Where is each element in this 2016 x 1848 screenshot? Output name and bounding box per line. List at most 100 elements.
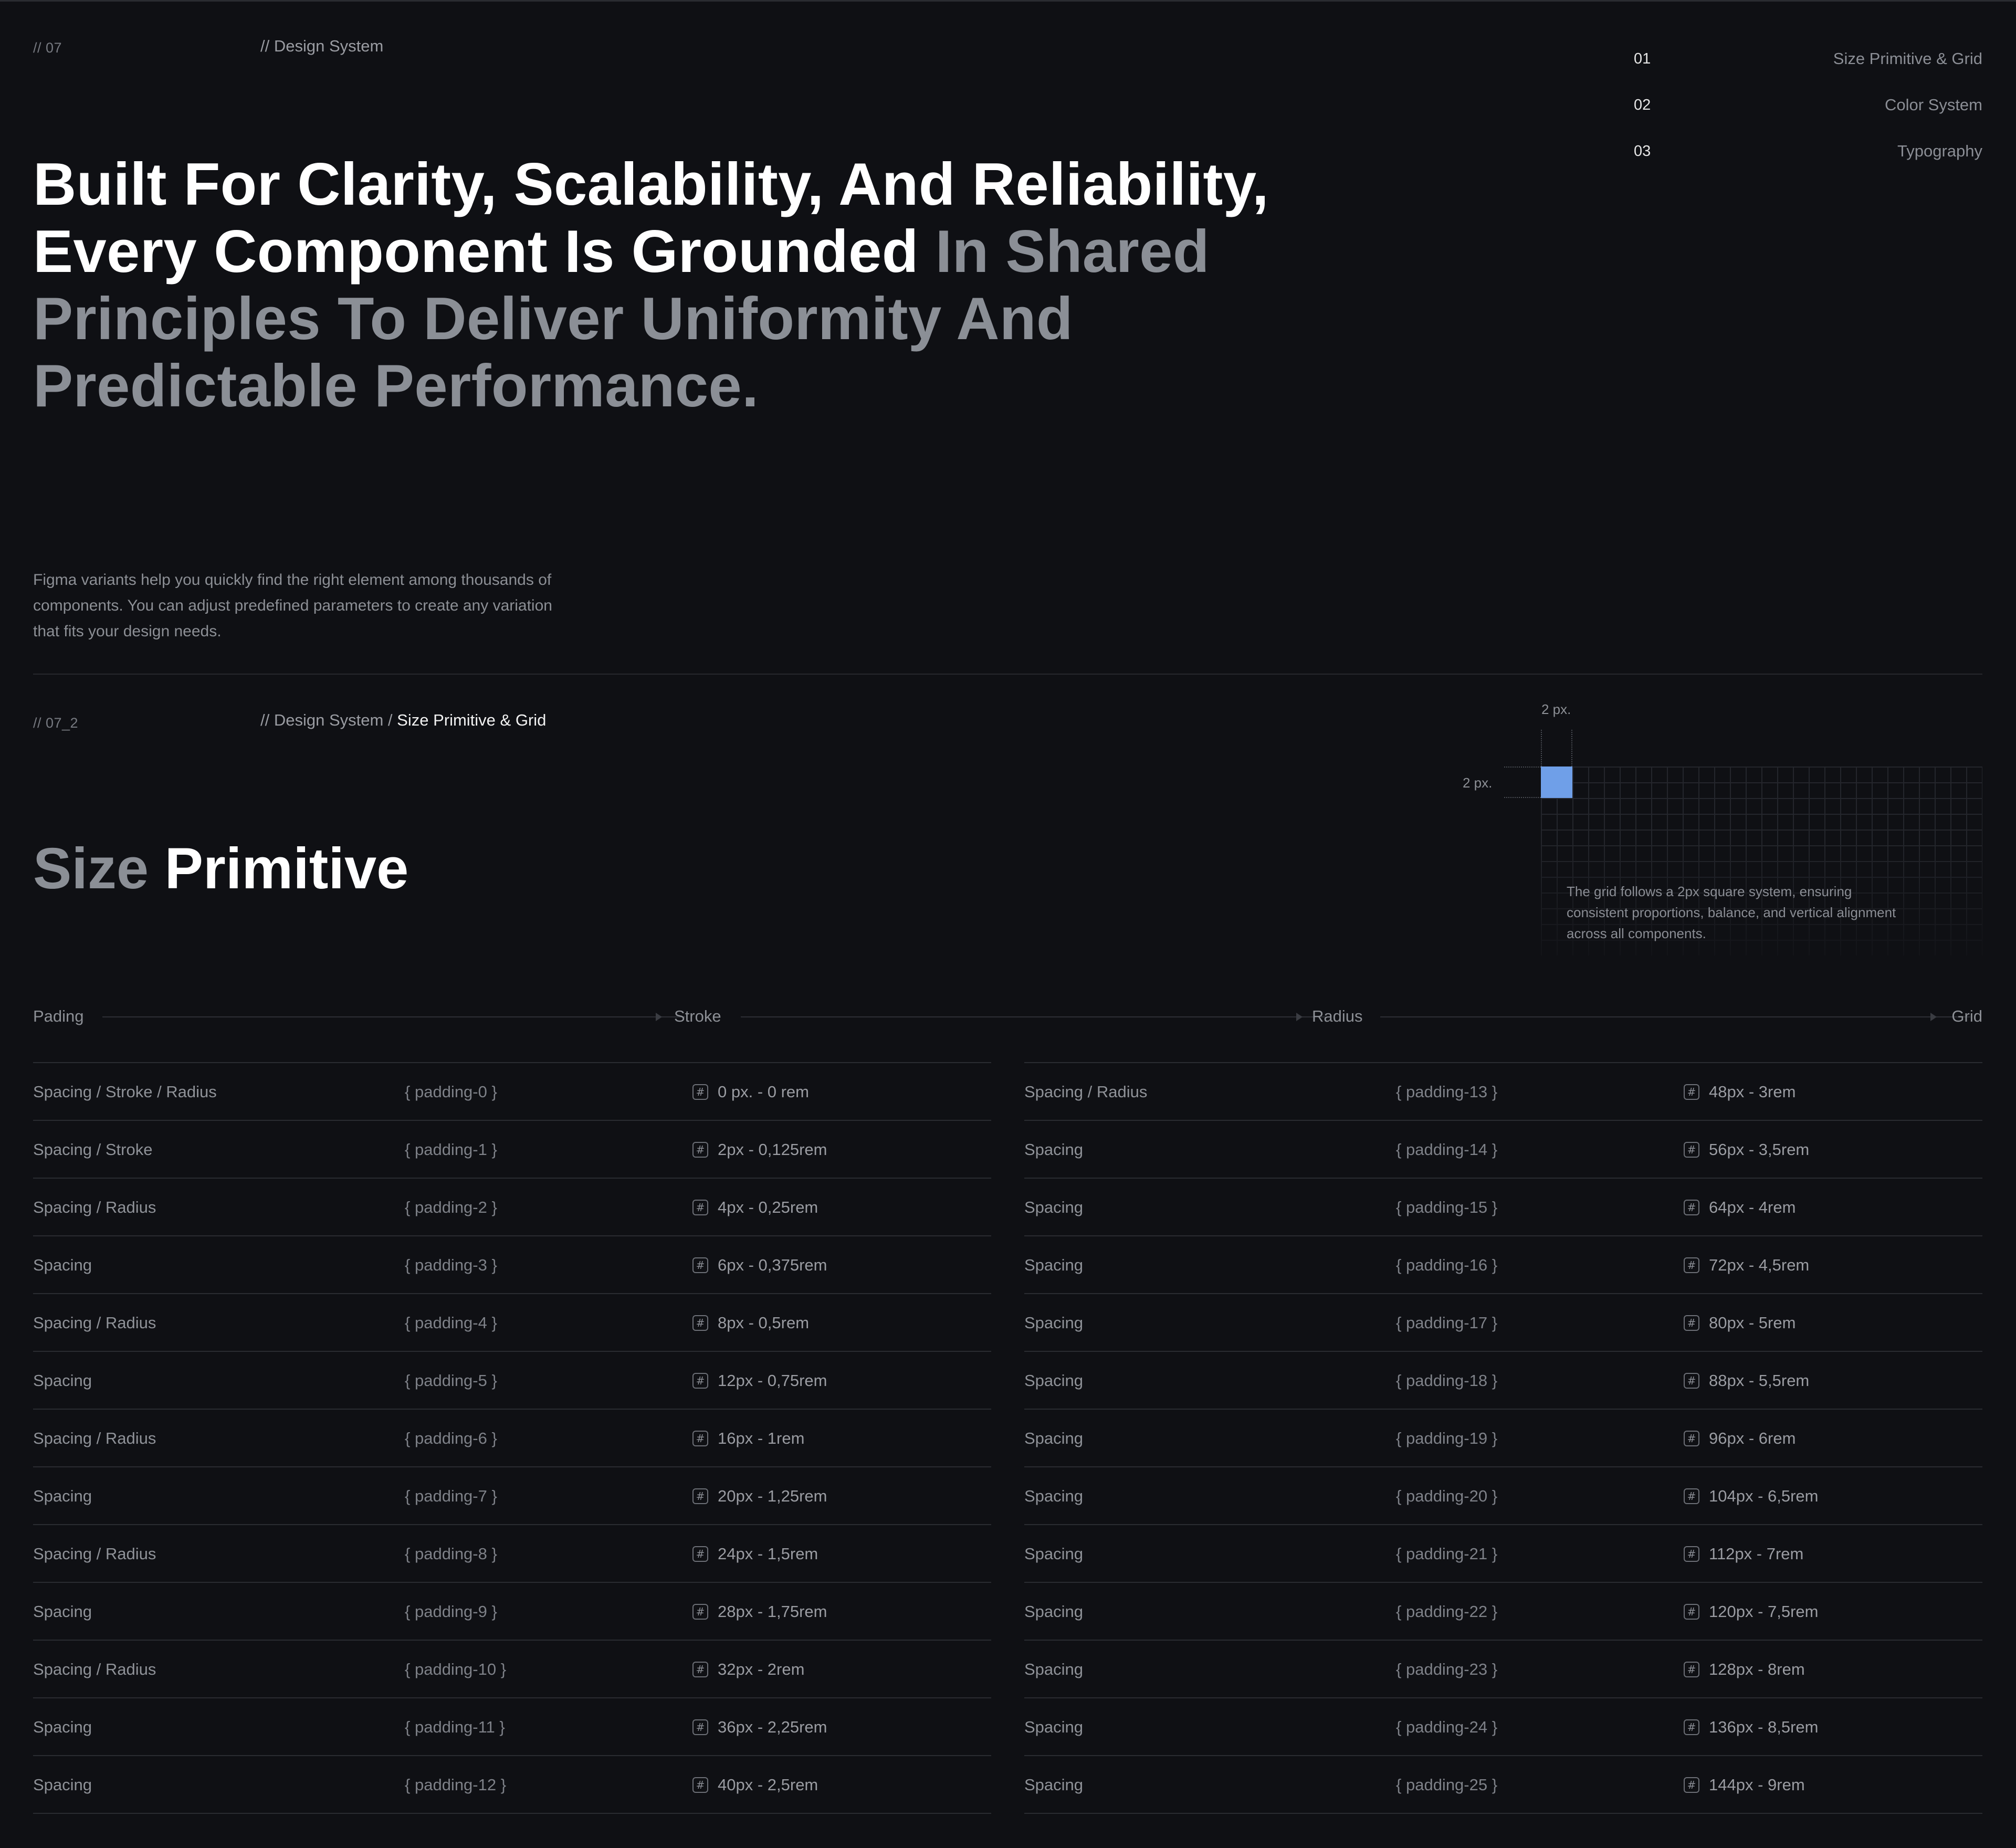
row-value-text: 32px - 2rem bbox=[718, 1660, 805, 1678]
table-row[interactable]: Spacing { padding-17 } #80px - 5rem bbox=[1024, 1294, 1982, 1352]
row-value-text: 104px - 6,5rem bbox=[1709, 1487, 1819, 1505]
row-value-text: 6px - 0,375rem bbox=[718, 1256, 827, 1274]
row-category: Spacing / Radius bbox=[33, 1660, 156, 1678]
toc-item-color-system[interactable]: 02 Color System bbox=[1634, 82, 1982, 128]
hash-icon: # bbox=[1684, 1373, 1699, 1389]
row-value: #36px - 2,25rem bbox=[692, 1698, 827, 1756]
row-value-text: 4px - 0,25rem bbox=[718, 1198, 818, 1216]
table-row[interactable]: Spacing { padding-21 } #112px - 7rem bbox=[1024, 1525, 1982, 1583]
row-value-text: 96px - 6rem bbox=[1709, 1429, 1796, 1447]
grid-unit-cell bbox=[1541, 766, 1572, 798]
table-row[interactable]: Spacing / Stroke { padding-1 } #2px - 0,12… bbox=[33, 1121, 991, 1179]
row-value-text: 24px - 1,5rem bbox=[718, 1545, 818, 1563]
table-row[interactable]: Spacing { padding-18 } #88px - 5,5rem bbox=[1024, 1352, 1982, 1410]
hash-icon: # bbox=[692, 1431, 708, 1446]
hash-icon: # bbox=[692, 1200, 708, 1215]
table-row[interactable]: Spacing / Radius { padding-10 } #32px - 2r… bbox=[33, 1641, 991, 1698]
table-row[interactable]: Spacing / Radius { padding-13 } #48px - 3r… bbox=[1024, 1063, 1982, 1121]
row-token: { padding-9 } bbox=[405, 1602, 497, 1621]
hash-icon: # bbox=[692, 1257, 708, 1273]
title-bright: Primitive bbox=[164, 836, 409, 901]
row-value: #72px - 4,5rem bbox=[1684, 1236, 1809, 1294]
section-divider bbox=[33, 674, 1982, 675]
width-guide-left bbox=[1541, 730, 1542, 766]
row-token: { padding-18 } bbox=[1396, 1371, 1498, 1390]
hash-icon: # bbox=[1684, 1488, 1699, 1504]
toc-item-typography[interactable]: 03 Typography bbox=[1634, 128, 1982, 174]
row-value: #48px - 3rem bbox=[1684, 1063, 1796, 1121]
row-category: Spacing bbox=[1024, 1256, 1084, 1274]
row-category: Spacing bbox=[1024, 1660, 1084, 1678]
breadcrumb-prefix[interactable]: // Design System / bbox=[260, 711, 393, 729]
table-row[interactable]: Spacing { padding-23 } #128px - 8rem bbox=[1024, 1641, 1982, 1698]
row-category: Spacing bbox=[33, 1371, 92, 1390]
table-row[interactable]: Spacing / Radius { padding-4 } #8px - 0,5r… bbox=[33, 1294, 991, 1352]
row-value-text: 120px - 7,5rem bbox=[1709, 1602, 1819, 1621]
row-category: Spacing / Radius bbox=[33, 1545, 156, 1563]
hash-icon: # bbox=[692, 1662, 708, 1677]
row-category: Spacing bbox=[33, 1256, 92, 1274]
table-row[interactable]: Spacing / Radius { padding-8 } #24px - 1,5… bbox=[33, 1525, 991, 1583]
table-row[interactable]: Spacing { padding-16 } #72px - 4,5rem bbox=[1024, 1236, 1982, 1294]
row-token: { padding-3 } bbox=[405, 1256, 497, 1274]
toc-label: Typography bbox=[1897, 142, 1982, 160]
spacing-table-right: Spacing / Radius { padding-13 } #48px - 3r… bbox=[1024, 1062, 1982, 1814]
row-token: { padding-19 } bbox=[1396, 1429, 1498, 1447]
table-row[interactable]: Spacing / Radius { padding-6 } #16px - 1re… bbox=[33, 1410, 991, 1467]
row-value-text: 16px - 1rem bbox=[718, 1429, 805, 1447]
table-row[interactable]: Spacing { padding-11 } #36px - 2,25rem bbox=[33, 1698, 991, 1756]
row-value-text: 80px - 5rem bbox=[1709, 1314, 1796, 1332]
table-row[interactable]: Spacing { padding-15 } #64px - 4rem bbox=[1024, 1179, 1982, 1236]
row-value-text: 88px - 5,5rem bbox=[1709, 1371, 1810, 1390]
table-row[interactable]: Spacing { padding-9 } #28px - 1,75rem bbox=[33, 1583, 991, 1641]
hash-icon: # bbox=[692, 1777, 708, 1793]
table-row[interactable]: Spacing { padding-12 } #40px - 2,5rem bbox=[33, 1756, 991, 1814]
table-row[interactable]: Spacing / Stroke / Radius { padding-0 } #0… bbox=[33, 1063, 991, 1121]
row-value: #8px - 0,5rem bbox=[692, 1294, 809, 1352]
toc-number: 03 bbox=[1634, 142, 1651, 160]
toc-number: 01 bbox=[1634, 50, 1651, 67]
row-value: #120px - 7,5rem bbox=[1684, 1583, 1819, 1641]
row-category: Spacing / Radius bbox=[1024, 1083, 1148, 1101]
row-category: Spacing / Stroke / Radius bbox=[33, 1083, 217, 1101]
hash-icon: # bbox=[1684, 1315, 1699, 1331]
row-value: #12px - 0,75rem bbox=[692, 1352, 827, 1410]
row-category: Spacing bbox=[1024, 1718, 1084, 1736]
height-guide-top bbox=[1504, 766, 1541, 768]
row-token: { padding-7 } bbox=[405, 1487, 497, 1505]
table-row[interactable]: Spacing { padding-14 } #56px - 3,5rem bbox=[1024, 1121, 1982, 1179]
table-row[interactable]: Spacing { padding-7 } #20px - 1,25rem bbox=[33, 1467, 991, 1525]
row-value-text: 28px - 1,75rem bbox=[718, 1602, 827, 1621]
row-category: Spacing / Radius bbox=[33, 1198, 156, 1216]
top-border bbox=[0, 0, 2016, 2]
row-value: #32px - 2rem bbox=[692, 1641, 804, 1698]
hash-icon: # bbox=[692, 1488, 708, 1504]
toc-item-size-primitive[interactable]: 01 Size Primitive & Grid bbox=[1634, 36, 1982, 82]
row-token: { padding-1 } bbox=[405, 1140, 497, 1159]
row-value-text: 8px - 0,5rem bbox=[718, 1314, 810, 1332]
height-label: 2 px. bbox=[1463, 775, 1493, 791]
row-token: { padding-20 } bbox=[1396, 1487, 1498, 1505]
hash-icon: # bbox=[692, 1084, 708, 1100]
table-row[interactable]: Spacing { padding-19 } #96px - 6rem bbox=[1024, 1410, 1982, 1467]
row-value-text: 56px - 3,5rem bbox=[1709, 1140, 1810, 1159]
table-row[interactable]: Spacing { padding-24 } #136px - 8,5rem bbox=[1024, 1698, 1982, 1756]
table-row[interactable]: Spacing / Radius { padding-2 } #4px - 0,25… bbox=[33, 1179, 991, 1236]
table-row[interactable]: Spacing { padding-22 } #120px - 7,5rem bbox=[1024, 1583, 1982, 1641]
hash-icon: # bbox=[1684, 1777, 1699, 1793]
row-value: #80px - 5rem bbox=[1684, 1294, 1796, 1352]
table-row[interactable]: Spacing { padding-5 } #12px - 0,75rem bbox=[33, 1352, 991, 1410]
toc-number: 02 bbox=[1634, 96, 1651, 113]
row-token: { padding-12 } bbox=[405, 1776, 507, 1794]
row-value: #96px - 6rem bbox=[1684, 1410, 1796, 1467]
row-value: #2px - 0,125rem bbox=[692, 1121, 827, 1179]
table-row[interactable]: Spacing { padding-3 } #6px - 0,375rem bbox=[33, 1236, 991, 1294]
table-row[interactable]: Spacing { padding-25 } #144px - 9rem bbox=[1024, 1756, 1982, 1814]
arrow-right-icon bbox=[656, 1013, 662, 1021]
section-number-2: // 07_2 bbox=[33, 715, 79, 731]
breadcrumb[interactable]: // Design System bbox=[260, 37, 383, 56]
hash-icon: # bbox=[692, 1719, 708, 1735]
row-token: { padding-2 } bbox=[405, 1198, 497, 1216]
hash-icon: # bbox=[692, 1604, 708, 1620]
table-row[interactable]: Spacing { padding-20 } #104px - 6,5rem bbox=[1024, 1467, 1982, 1525]
